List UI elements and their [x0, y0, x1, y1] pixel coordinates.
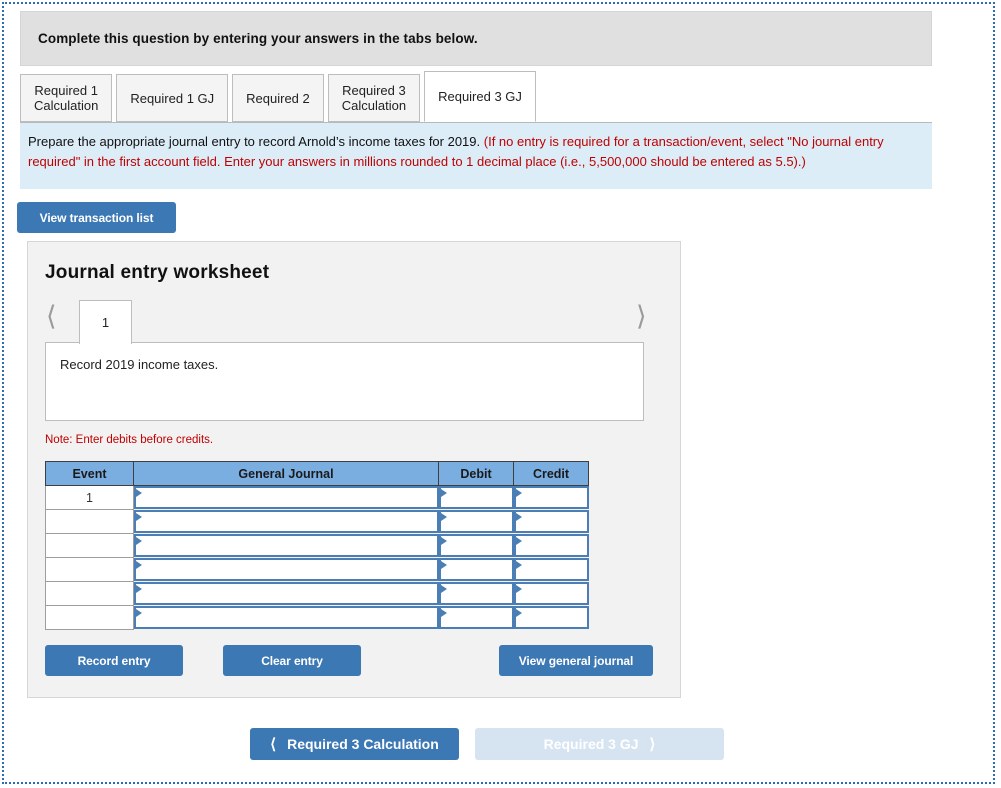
- tab-label-line1: Required 3: [342, 83, 406, 98]
- table-row: [45, 581, 589, 606]
- tab-label-line1: Required 3 GJ: [438, 89, 522, 104]
- general-journal-input[interactable]: [134, 534, 439, 557]
- view-general-journal-button[interactable]: View general journal: [499, 645, 653, 676]
- tab-label-line1: Required 1 GJ: [130, 90, 215, 106]
- entry-description-box: Record 2019 income taxes.: [45, 342, 644, 421]
- chevron-left-icon[interactable]: ⟨: [46, 302, 57, 332]
- credit-input-cell[interactable]: [513, 486, 589, 510]
- worksheet-pager: ⟨ 1 ⟩: [28, 298, 680, 344]
- journal-entry-worksheet-panel: Journal entry worksheet ⟨ 1 ⟩ Record 201…: [27, 241, 681, 698]
- debit-input-cell[interactable]: [438, 558, 514, 582]
- debit-input-cell[interactable]: [438, 534, 514, 558]
- debit-input[interactable]: [438, 606, 514, 629]
- credit-input-cell[interactable]: [513, 558, 589, 582]
- credit-input-cell[interactable]: [513, 534, 589, 558]
- worksheet-title: Journal entry worksheet: [45, 262, 270, 283]
- nav-next-button: Required 3 GJ ⟩: [475, 728, 724, 760]
- credit-input-cell[interactable]: [513, 582, 589, 606]
- column-header-general-journal: General Journal: [133, 461, 439, 486]
- record-entry-button[interactable]: Record entry: [45, 645, 183, 676]
- event-number-cell: [45, 557, 134, 582]
- debit-input-cell[interactable]: [438, 582, 514, 606]
- question-prompt-bar: Complete this question by entering your …: [20, 11, 932, 66]
- general-journal-input[interactable]: [134, 558, 439, 581]
- credit-input[interactable]: [513, 486, 589, 510]
- table-row: [45, 557, 589, 582]
- column-header-credit: Credit: [513, 461, 589, 486]
- journal-entry-table: Event General Journal Debit Credit 1: [45, 461, 589, 630]
- event-number-cell: [45, 533, 134, 558]
- requirement-tab-strip: Required 1 Calculation Required 1 GJ Req…: [20, 71, 932, 123]
- nav-previous-label: Required 3 Calculation: [287, 736, 439, 752]
- tab-required-2[interactable]: Required 2: [232, 74, 324, 122]
- general-journal-input[interactable]: [134, 486, 439, 510]
- column-header-event: Event: [45, 461, 134, 486]
- chevron-left-icon: ⟨: [270, 736, 277, 753]
- view-transaction-list-button[interactable]: View transaction list: [17, 202, 176, 233]
- nav-previous-button[interactable]: ⟨ Required 3 Calculation: [250, 728, 459, 760]
- debit-input[interactable]: [438, 534, 514, 557]
- tab-required-3-gj[interactable]: Required 3 GJ: [424, 71, 536, 122]
- tab-required-1-calculation[interactable]: Required 1 Calculation: [20, 74, 113, 122]
- chevron-right-icon: ⟩: [649, 736, 656, 753]
- general-journal-input[interactable]: [134, 510, 439, 533]
- event-number-cell: [45, 509, 134, 534]
- tab-label-line2: Calculation: [341, 98, 407, 113]
- debit-input-cell[interactable]: [438, 510, 514, 534]
- debit-input[interactable]: [438, 558, 514, 581]
- credit-input-cell[interactable]: [513, 510, 589, 534]
- debit-input[interactable]: [438, 582, 514, 605]
- entry-description-text: Record 2019 income taxes.: [60, 357, 219, 372]
- credit-input-cell[interactable]: [513, 606, 589, 630]
- tab-label-line1: Required 2: [246, 90, 310, 106]
- event-number-cell: [45, 605, 134, 630]
- debit-input[interactable]: [438, 486, 514, 510]
- debit-input-cell[interactable]: [438, 606, 514, 630]
- credit-input[interactable]: [513, 534, 589, 557]
- general-journal-input-cell[interactable]: [134, 510, 439, 534]
- tab-required-1-gj[interactable]: Required 1 GJ: [116, 74, 229, 122]
- table-header-row: Event General Journal Debit Credit: [45, 461, 589, 486]
- credit-input[interactable]: [513, 606, 589, 629]
- general-journal-input[interactable]: [134, 606, 439, 629]
- debits-before-credits-note: Note: Enter debits before credits.: [45, 434, 214, 446]
- credit-input[interactable]: [513, 582, 589, 605]
- credit-input[interactable]: [513, 558, 589, 581]
- nav-next-label: Required 3 GJ: [543, 736, 639, 752]
- table-row: [45, 509, 589, 534]
- tab-label-line2: Calculation: [34, 98, 99, 113]
- general-journal-input[interactable]: [134, 582, 439, 605]
- table-row: 1: [45, 485, 589, 510]
- general-journal-input-cell[interactable]: [134, 486, 439, 510]
- debit-input[interactable]: [438, 510, 514, 533]
- general-journal-input-cell[interactable]: [134, 534, 439, 558]
- clear-entry-button[interactable]: Clear entry: [223, 645, 361, 676]
- page-frame: Complete this question by entering your …: [2, 2, 995, 784]
- general-journal-input-cell[interactable]: [134, 606, 439, 630]
- tab-label-line1: Required 1: [34, 83, 98, 98]
- general-journal-input-cell[interactable]: [134, 582, 439, 606]
- instructions-panel: Prepare the appropriate journal entry to…: [20, 123, 932, 189]
- instructions-main-text: Prepare the appropriate journal entry to…: [28, 134, 481, 149]
- tab-required-3-calculation[interactable]: Required 3 Calculation: [327, 74, 421, 122]
- question-prompt-text: Complete this question by entering your …: [38, 31, 478, 46]
- event-number-cell: [45, 581, 134, 606]
- debit-input-cell[interactable]: [438, 486, 514, 510]
- event-number-cell: 1: [45, 485, 134, 510]
- column-header-debit: Debit: [438, 461, 514, 486]
- worksheet-page-tab-1[interactable]: 1: [79, 300, 132, 344]
- chevron-right-icon[interactable]: ⟩: [636, 302, 647, 332]
- general-journal-input-cell[interactable]: [134, 558, 439, 582]
- table-row: [45, 605, 589, 630]
- table-row: [45, 533, 589, 558]
- credit-input[interactable]: [513, 510, 589, 533]
